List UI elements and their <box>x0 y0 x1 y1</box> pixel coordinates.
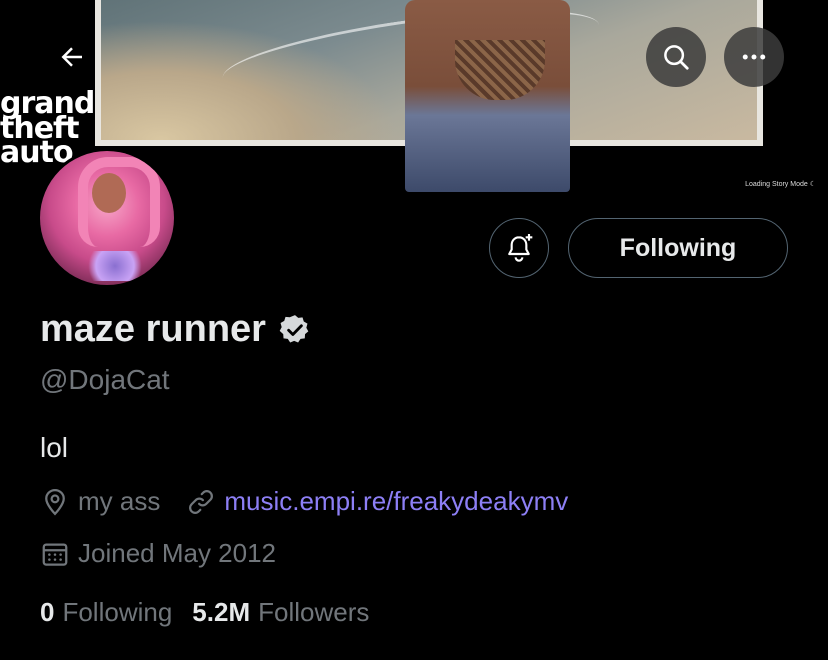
following-stat[interactable]: 0 Following <box>40 597 172 628</box>
following-button[interactable]: Following <box>568 218 788 278</box>
profile-stats: 0 Following 5.2M Followers <box>40 597 389 628</box>
joined-text: Joined May 2012 <box>78 538 277 568</box>
notifications-button[interactable] <box>489 218 549 278</box>
calendar-icon <box>42 543 68 566</box>
link-icon <box>189 489 214 514</box>
back-button[interactable] <box>42 27 102 87</box>
followers-count: 5.2M <box>192 597 251 627</box>
following-label: Following <box>62 597 173 627</box>
verified-badge-icon <box>279 314 309 342</box>
avatar-image <box>40 151 174 285</box>
search-button[interactable] <box>646 27 706 87</box>
bio: lol <box>40 432 69 463</box>
website-item[interactable]: music.empi.re/freakydeakymv <box>186 486 568 517</box>
joined-item: Joined May 2012 <box>40 538 276 569</box>
followers-stat[interactable]: 5.2M Followers <box>192 597 369 628</box>
more-button[interactable] <box>724 27 784 87</box>
profile-meta: my ass music.empi.re/freakydeakymv <box>40 486 594 517</box>
avatar-face <box>92 173 126 213</box>
arrow-left-icon <box>61 47 82 67</box>
location-text: my ass <box>78 486 161 516</box>
handle: @DojaCat <box>40 364 170 395</box>
location-item: my ass <box>40 486 160 517</box>
bell-plus-icon <box>508 234 533 262</box>
display-name: maze runner <box>40 308 266 350</box>
more-horizontal-icon <box>742 54 766 60</box>
banner-loading-text: Loading Story Mode ☾ <box>745 181 816 188</box>
following-count: 0 <box>40 597 55 627</box>
website-link[interactable]: music.empi.re/freakydeakymv <box>224 486 568 517</box>
name-row: maze runner <box>40 308 312 351</box>
search-icon <box>664 45 689 70</box>
avatar[interactable] <box>37 148 177 288</box>
followers-label: Followers <box>258 597 370 627</box>
location-pin-icon <box>45 488 65 515</box>
avatar-flowers <box>80 251 150 281</box>
